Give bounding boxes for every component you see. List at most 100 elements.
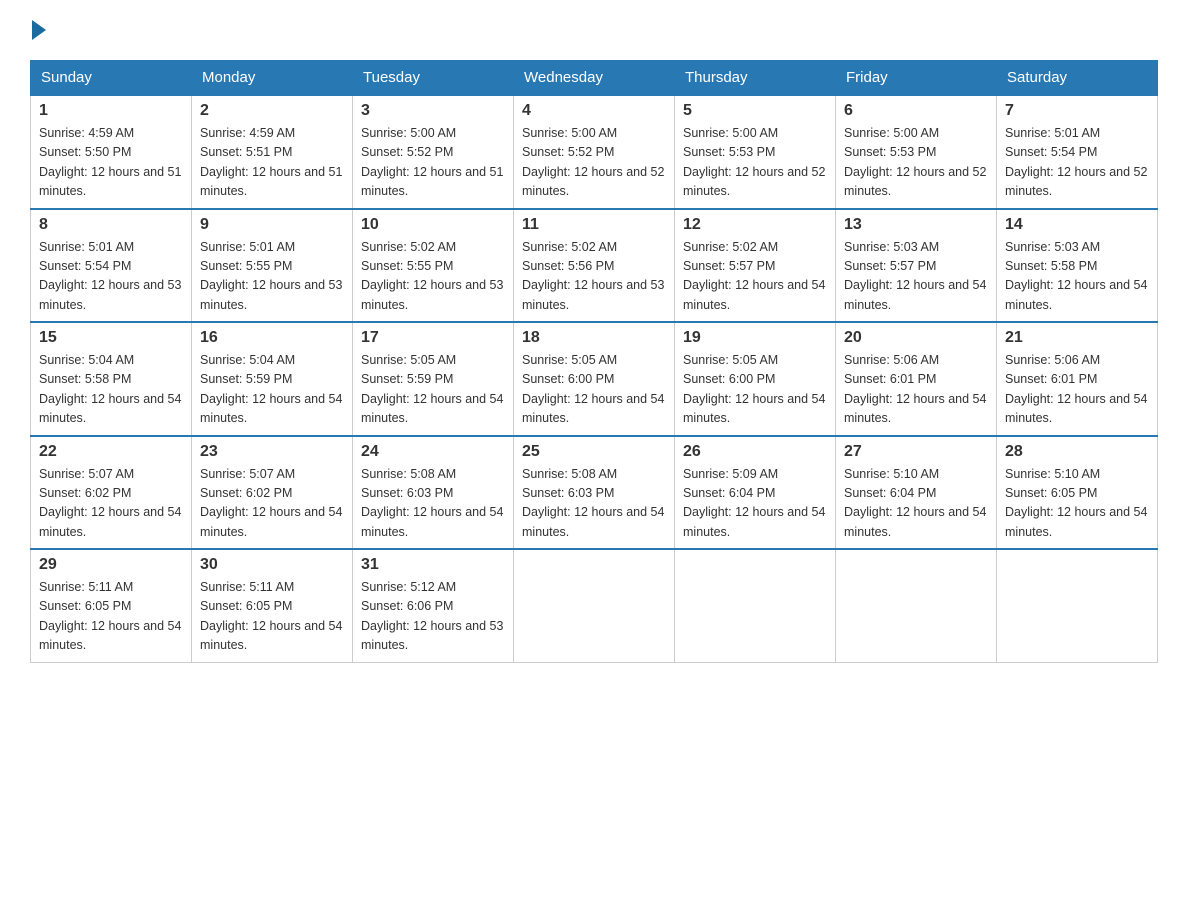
day-info: Sunrise: 5:05 AMSunset: 6:00 PMDaylight:… xyxy=(683,351,827,429)
calendar-cell: 20Sunrise: 5:06 AMSunset: 6:01 PMDayligh… xyxy=(836,322,997,436)
day-info: Sunrise: 5:12 AMSunset: 6:06 PMDaylight:… xyxy=(361,578,505,656)
header-friday: Friday xyxy=(836,61,997,96)
day-number: 15 xyxy=(39,329,183,347)
day-info: Sunrise: 5:01 AMSunset: 5:55 PMDaylight:… xyxy=(200,238,344,316)
day-number: 26 xyxy=(683,443,827,461)
calendar-cell: 11Sunrise: 5:02 AMSunset: 5:56 PMDayligh… xyxy=(514,209,675,323)
day-number: 31 xyxy=(361,556,505,574)
day-number: 25 xyxy=(522,443,666,461)
day-info: Sunrise: 5:04 AMSunset: 5:58 PMDaylight:… xyxy=(39,351,183,429)
day-info: Sunrise: 5:05 AMSunset: 5:59 PMDaylight:… xyxy=(361,351,505,429)
day-number: 18 xyxy=(522,329,666,347)
day-number: 9 xyxy=(200,216,344,234)
week-row-4: 22Sunrise: 5:07 AMSunset: 6:02 PMDayligh… xyxy=(31,436,1158,550)
calendar-cell xyxy=(514,549,675,662)
day-info: Sunrise: 5:05 AMSunset: 6:00 PMDaylight:… xyxy=(522,351,666,429)
header xyxy=(30,20,1158,40)
day-info: Sunrise: 5:02 AMSunset: 5:56 PMDaylight:… xyxy=(522,238,666,316)
calendar-cell xyxy=(675,549,836,662)
day-number: 10 xyxy=(361,216,505,234)
day-number: 13 xyxy=(844,216,988,234)
day-number: 5 xyxy=(683,102,827,120)
day-number: 16 xyxy=(200,329,344,347)
calendar-cell: 12 Sunrise: 5:02 AMSunset: 5:57 PMDayligh… xyxy=(675,209,836,323)
day-info: Sunrise: 5:10 AMSunset: 6:04 PMDaylight:… xyxy=(844,465,988,543)
calendar-cell: 15 Sunrise: 5:04 AMSunset: 5:58 PMDayligh… xyxy=(31,322,192,436)
day-number: 23 xyxy=(200,443,344,461)
day-info: Sunrise: 4:59 AMSunset: 5:50 PMDaylight:… xyxy=(39,124,183,202)
day-info: Sunrise: 5:01 AMSunset: 5:54 PMDaylight:… xyxy=(1005,124,1149,202)
day-number: 3 xyxy=(361,102,505,120)
header-monday: Monday xyxy=(192,61,353,96)
day-info: Sunrise: 5:01 AMSunset: 5:54 PMDaylight:… xyxy=(39,238,183,316)
day-info: Sunrise: 4:59 AMSunset: 5:51 PMDaylight:… xyxy=(200,124,344,202)
calendar-cell: 23 Sunrise: 5:07 AMSunset: 6:02 PMDayligh… xyxy=(192,436,353,550)
day-info: Sunrise: 5:03 AMSunset: 5:57 PMDaylight:… xyxy=(844,238,988,316)
day-number: 12 xyxy=(683,216,827,234)
day-info: Sunrise: 5:07 AMSunset: 6:02 PMDaylight:… xyxy=(200,465,344,543)
calendar-cell: 27 Sunrise: 5:10 AMSunset: 6:04 PMDayligh… xyxy=(836,436,997,550)
day-info: Sunrise: 5:02 AMSunset: 5:57 PMDaylight:… xyxy=(683,238,827,316)
calendar-cell: 9 Sunrise: 5:01 AMSunset: 5:55 PMDaylight… xyxy=(192,209,353,323)
day-number: 1 xyxy=(39,102,183,120)
week-row-1: 1 Sunrise: 4:59 AMSunset: 5:50 PMDaylight… xyxy=(31,95,1158,209)
calendar-cell: 29 Sunrise: 5:11 AMSunset: 6:05 PMDayligh… xyxy=(31,549,192,662)
header-sunday: Sunday xyxy=(31,61,192,96)
calendar-cell: 3 Sunrise: 5:00 AMSunset: 5:52 PMDaylight… xyxy=(353,95,514,209)
logo xyxy=(30,20,50,40)
day-info: Sunrise: 5:09 AMSunset: 6:04 PMDaylight:… xyxy=(683,465,827,543)
calendar-cell: 2 Sunrise: 4:59 AMSunset: 5:51 PMDaylight… xyxy=(192,95,353,209)
header-wednesday: Wednesday xyxy=(514,61,675,96)
calendar-table: SundayMondayTuesdayWednesdayThursdayFrid… xyxy=(30,60,1158,663)
day-number: 2 xyxy=(200,102,344,120)
day-number: 27 xyxy=(844,443,988,461)
calendar-cell: 13 Sunrise: 5:03 AMSunset: 5:57 PMDayligh… xyxy=(836,209,997,323)
day-number: 30 xyxy=(200,556,344,574)
day-info: Sunrise: 5:11 AMSunset: 6:05 PMDaylight:… xyxy=(200,578,344,656)
day-info: Sunrise: 5:10 AMSunset: 6:05 PMDaylight:… xyxy=(1005,465,1149,543)
day-number: 28 xyxy=(1005,443,1149,461)
calendar-cell: 16 Sunrise: 5:04 AMSunset: 5:59 PMDayligh… xyxy=(192,322,353,436)
day-info: Sunrise: 5:00 AMSunset: 5:53 PMDaylight:… xyxy=(844,124,988,202)
day-number: 6 xyxy=(844,102,988,120)
calendar-cell: 4Sunrise: 5:00 AMSunset: 5:52 PMDaylight… xyxy=(514,95,675,209)
header-thursday: Thursday xyxy=(675,61,836,96)
day-number: 20 xyxy=(844,329,988,347)
day-info: Sunrise: 5:04 AMSunset: 5:59 PMDaylight:… xyxy=(200,351,344,429)
calendar-cell: 5 Sunrise: 5:00 AMSunset: 5:53 PMDaylight… xyxy=(675,95,836,209)
calendar-cell xyxy=(997,549,1158,662)
day-info: Sunrise: 5:00 AMSunset: 5:52 PMDaylight:… xyxy=(522,124,666,202)
day-number: 21 xyxy=(1005,329,1149,347)
logo-arrow-icon xyxy=(32,20,46,40)
calendar-cell: 10 Sunrise: 5:02 AMSunset: 5:55 PMDayligh… xyxy=(353,209,514,323)
day-info: Sunrise: 5:02 AMSunset: 5:55 PMDaylight:… xyxy=(361,238,505,316)
calendar-cell: 17 Sunrise: 5:05 AMSunset: 5:59 PMDayligh… xyxy=(353,322,514,436)
day-number: 29 xyxy=(39,556,183,574)
day-number: 14 xyxy=(1005,216,1149,234)
week-row-5: 29 Sunrise: 5:11 AMSunset: 6:05 PMDayligh… xyxy=(31,549,1158,662)
calendar-cell: 7 Sunrise: 5:01 AMSunset: 5:54 PMDaylight… xyxy=(997,95,1158,209)
calendar-header-row: SundayMondayTuesdayWednesdayThursdayFrid… xyxy=(31,61,1158,96)
day-info: Sunrise: 5:03 AMSunset: 5:58 PMDaylight:… xyxy=(1005,238,1149,316)
calendar-cell: 1 Sunrise: 4:59 AMSunset: 5:50 PMDaylight… xyxy=(31,95,192,209)
header-tuesday: Tuesday xyxy=(353,61,514,96)
week-row-3: 15 Sunrise: 5:04 AMSunset: 5:58 PMDayligh… xyxy=(31,322,1158,436)
calendar-cell: 28 Sunrise: 5:10 AMSunset: 6:05 PMDayligh… xyxy=(997,436,1158,550)
calendar-cell: 31 Sunrise: 5:12 AMSunset: 6:06 PMDayligh… xyxy=(353,549,514,662)
calendar-cell: 8Sunrise: 5:01 AMSunset: 5:54 PMDaylight… xyxy=(31,209,192,323)
header-saturday: Saturday xyxy=(997,61,1158,96)
day-number: 7 xyxy=(1005,102,1149,120)
day-info: Sunrise: 5:00 AMSunset: 5:53 PMDaylight:… xyxy=(683,124,827,202)
day-info: Sunrise: 5:11 AMSunset: 6:05 PMDaylight:… xyxy=(39,578,183,656)
day-info: Sunrise: 5:08 AMSunset: 6:03 PMDaylight:… xyxy=(522,465,666,543)
day-number: 17 xyxy=(361,329,505,347)
calendar-cell: 25 Sunrise: 5:08 AMSunset: 6:03 PMDayligh… xyxy=(514,436,675,550)
day-info: Sunrise: 5:08 AMSunset: 6:03 PMDaylight:… xyxy=(361,465,505,543)
calendar-cell: 22Sunrise: 5:07 AMSunset: 6:02 PMDayligh… xyxy=(31,436,192,550)
calendar-cell: 24Sunrise: 5:08 AMSunset: 6:03 PMDayligh… xyxy=(353,436,514,550)
week-row-2: 8Sunrise: 5:01 AMSunset: 5:54 PMDaylight… xyxy=(31,209,1158,323)
day-number: 19 xyxy=(683,329,827,347)
calendar-cell: 26 Sunrise: 5:09 AMSunset: 6:04 PMDayligh… xyxy=(675,436,836,550)
calendar-cell: 19 Sunrise: 5:05 AMSunset: 6:00 PMDayligh… xyxy=(675,322,836,436)
day-info: Sunrise: 5:00 AMSunset: 5:52 PMDaylight:… xyxy=(361,124,505,202)
